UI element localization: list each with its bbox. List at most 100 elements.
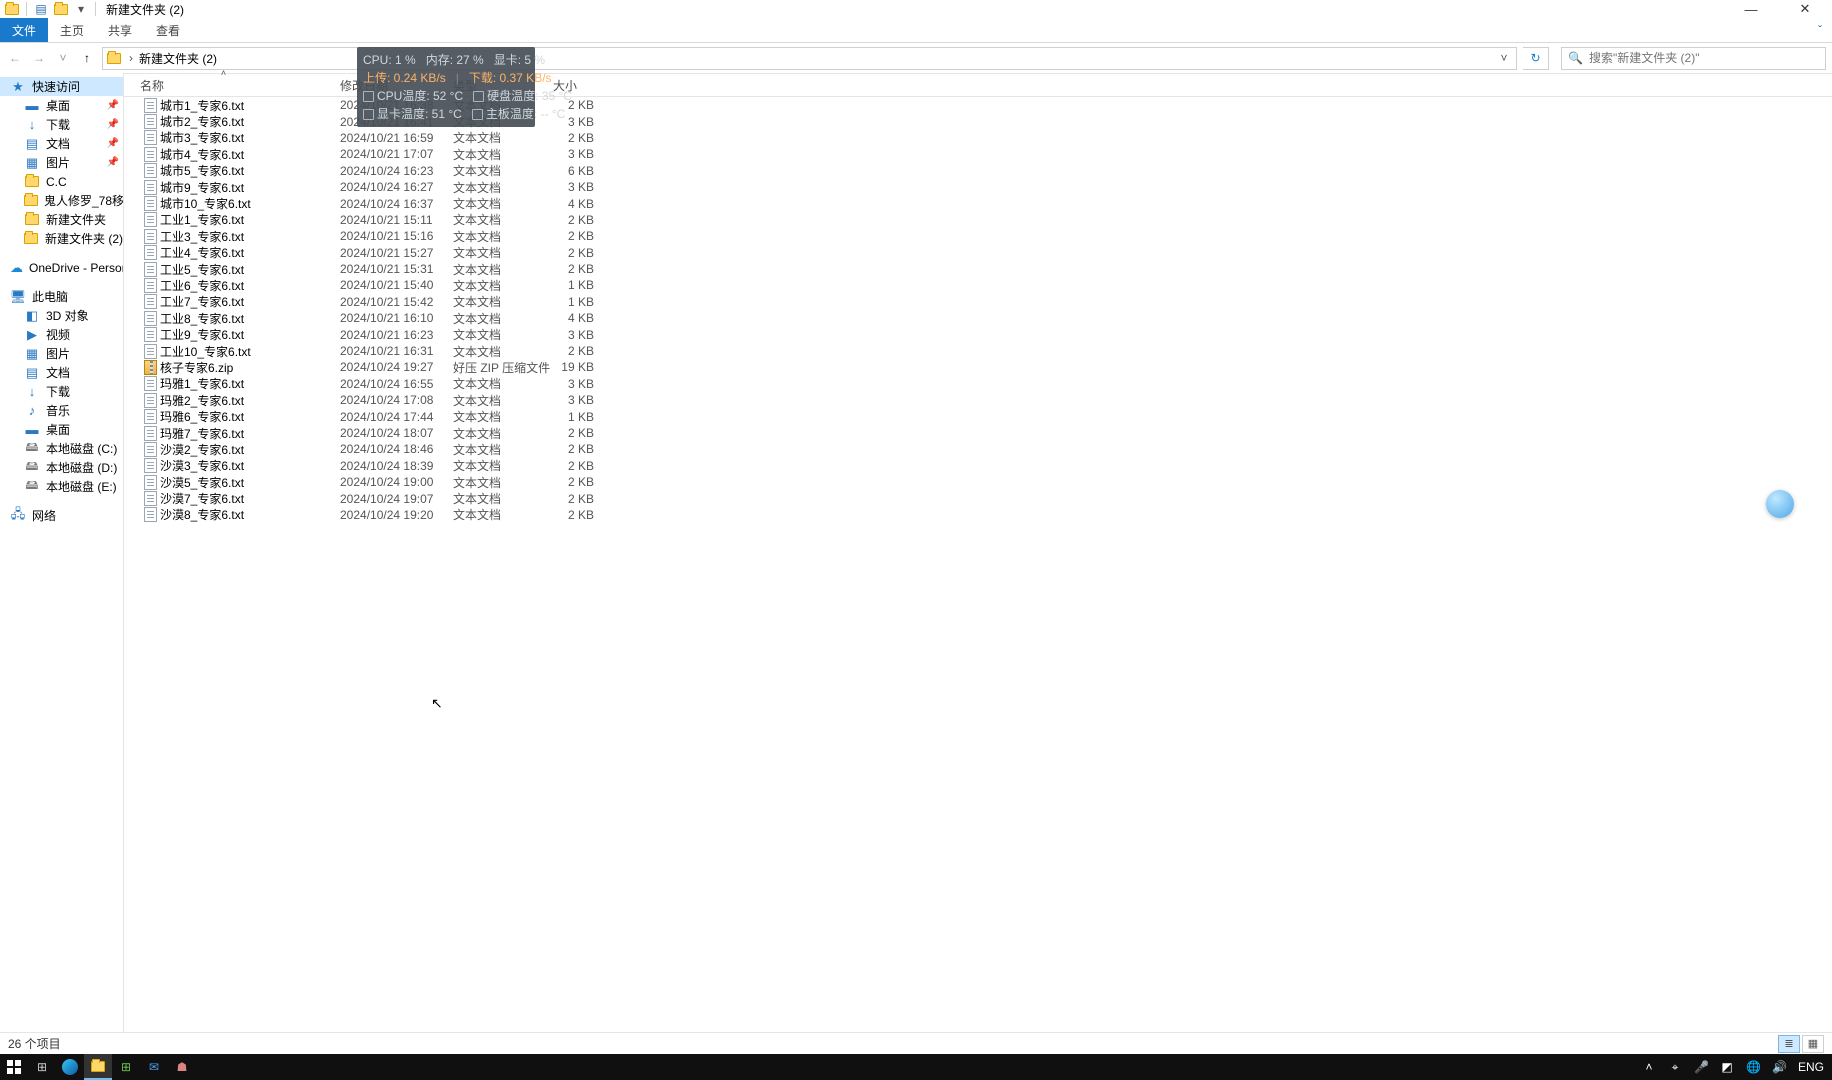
tray-up-icon[interactable]: ˄ (1642, 1060, 1656, 1074)
file-row[interactable]: 玛雅2_专家6.txt2024/10/24 17:08文本文档3 KB (124, 392, 1832, 408)
search-input[interactable] (1589, 51, 1819, 65)
qa-dropdown-icon[interactable]: ▾ (73, 1, 89, 17)
sidebar-this-pc[interactable]: 🖥此电脑 (0, 287, 123, 306)
system-tray[interactable]: ˄ ⌖ 🎤 ◩ 🌐 🔊 ENG (1642, 1060, 1832, 1075)
start-button[interactable] (0, 1054, 28, 1080)
forward-button[interactable]: → (30, 48, 48, 68)
file-row[interactable]: 沙漠2_专家6.txt2024/10/24 18:46文本文档2 KB (124, 441, 1832, 457)
address-dropdown-button[interactable]: ˅ (1494, 51, 1514, 65)
refresh-button[interactable]: ↻ (1523, 47, 1549, 70)
file-row[interactable]: 沙漠3_专家6.txt2024/10/24 18:39文本文档2 KB (124, 458, 1832, 474)
file-row[interactable]: 沙漠8_专家6.txt2024/10/24 19:20文本文档2 KB (124, 507, 1832, 523)
back-button[interactable]: ← (6, 48, 24, 68)
file-row[interactable]: 玛雅7_专家6.txt2024/10/24 18:07文本文档2 KB (124, 425, 1832, 441)
sidebar-documents-2[interactable]: ▤文档 (0, 363, 123, 382)
sidebar-folder-3[interactable]: 新建文件夹 (2) (0, 229, 123, 248)
navigation-pane[interactable]: ★快速访问 ▬桌面📌 ↓下载📌 ▤文档📌 ▦图片📌 C.C 鬼人修罗_78移速 … (0, 73, 124, 1032)
picture-icon: ▦ (24, 346, 40, 362)
details-view-button[interactable]: ≣ (1778, 1035, 1800, 1053)
file-row[interactable]: 玛雅6_专家6.txt2024/10/24 17:44文本文档1 KB (124, 408, 1832, 424)
up-button[interactable]: ↑ (78, 48, 96, 68)
sidebar-documents[interactable]: ▤文档📌 (0, 134, 123, 153)
file-row[interactable]: 沙漠5_专家6.txt2024/10/24 19:00文本文档2 KB (124, 474, 1832, 490)
tab-view[interactable]: 查看 (144, 18, 192, 42)
tab-home[interactable]: 主页 (48, 18, 96, 42)
file-row[interactable]: 城市9_专家6.txt2024/10/24 16:27文本文档3 KB (124, 179, 1832, 195)
task-view-button[interactable]: ⊞ (28, 1054, 56, 1080)
column-name[interactable]: ˄名称 (124, 74, 324, 96)
file-name: 核子专家6.zip (160, 359, 340, 376)
file-row[interactable]: 工业7_专家6.txt2024/10/21 15:42文本文档1 KB (124, 294, 1832, 310)
file-date: 2024/10/21 16:59 (340, 131, 453, 145)
file-row[interactable]: 城市3_专家6.txt2024/10/21 16:59文本文档2 KB (124, 130, 1832, 146)
sidebar-onedrive[interactable]: ☁OneDrive - Persona (0, 258, 123, 277)
sidebar-downloads[interactable]: ↓下载📌 (0, 115, 123, 134)
tray-network-icon[interactable]: 🌐 (1746, 1060, 1760, 1074)
sidebar-network[interactable]: 🖧网络 (0, 506, 123, 525)
tray-app-icon[interactable]: ◩ (1720, 1060, 1734, 1074)
file-row[interactable]: 工业9_专家6.txt2024/10/21 16:23文本文档3 KB (124, 326, 1832, 342)
chevron-right-icon[interactable]: › (123, 51, 139, 65)
sidebar-folder-cc[interactable]: C.C (0, 172, 123, 191)
taskbar-mail[interactable]: ✉ (140, 1054, 168, 1080)
file-row[interactable]: 工业6_专家6.txt2024/10/21 15:40文本文档1 KB (124, 277, 1832, 293)
sidebar-disk-e[interactable]: 🖴本地磁盘 (E:) (0, 477, 123, 496)
address-bar[interactable]: › 新建文件夹 (2) ˅ (102, 47, 1517, 70)
file-row[interactable]: 城市10_专家6.txt2024/10/24 16:37文本文档4 KB (124, 195, 1832, 211)
minimize-button[interactable]: — (1736, 0, 1766, 18)
properties-icon[interactable]: ▤ (33, 1, 49, 17)
sidebar-desktop-2[interactable]: ▬桌面 (0, 420, 123, 439)
sidebar-downloads-2[interactable]: ↓下载 (0, 382, 123, 401)
taskbar-store[interactable]: ⊞ (112, 1054, 140, 1080)
file-list-pane[interactable]: ˄名称 修改日期 类型 大小 城市1_专家6.txt2024/10/21 16:… (124, 73, 1832, 1032)
tray-volume-icon[interactable]: 🔊 (1772, 1060, 1786, 1074)
recent-locations-button[interactable]: ˅ (54, 48, 72, 68)
taskbar[interactable]: ⊞ ⊞ ✉ ☗ ˄ ⌖ 🎤 ◩ 🌐 🔊 ENG (0, 1054, 1832, 1080)
close-button[interactable]: ✕ (1790, 0, 1820, 18)
file-date: 2024/10/24 17:44 (340, 410, 453, 424)
sidebar-pictures-2[interactable]: ▦图片 (0, 344, 123, 363)
file-row[interactable]: 城市5_专家6.txt2024/10/24 16:23文本文档6 KB (124, 163, 1832, 179)
assistant-bubble[interactable] (1766, 490, 1794, 518)
tray-language[interactable]: ENG (1798, 1060, 1824, 1074)
file-row[interactable]: 工业8_专家6.txt2024/10/21 16:10文本文档4 KB (124, 310, 1832, 326)
file-row[interactable]: 工业3_专家6.txt2024/10/21 15:16文本文档2 KB (124, 228, 1832, 244)
large-icons-view-button[interactable]: ▦ (1802, 1035, 1824, 1053)
file-row[interactable]: 沙漠7_专家6.txt2024/10/24 19:07文本文档2 KB (124, 490, 1832, 506)
sidebar-folder-1[interactable]: 鬼人修罗_78移速 (0, 191, 123, 210)
search-box[interactable]: 🔍 (1561, 47, 1826, 70)
sidebar-disk-d[interactable]: 🖴本地磁盘 (D:) (0, 458, 123, 477)
tray-location-icon[interactable]: ⌖ (1668, 1060, 1682, 1075)
file-row[interactable]: 玛雅1_专家6.txt2024/10/24 16:55文本文档3 KB (124, 376, 1832, 392)
sidebar-disk-c[interactable]: 🖴本地磁盘 (C:) (0, 439, 123, 458)
sidebar-3d-objects[interactable]: ◧3D 对象 (0, 306, 123, 325)
sidebar-music[interactable]: ♪音乐 (0, 401, 123, 420)
file-list[interactable]: 城市1_专家6.txt2024/10/21 16:38文本文档2 KB城市2_专… (124, 97, 1832, 1032)
tab-share[interactable]: 共享 (96, 18, 144, 42)
sidebar-videos[interactable]: ▶视频 (0, 325, 123, 344)
performance-monitor-overlay[interactable]: CPU: 1 % 内存: 27 % 显卡: 5 % 上传: 0.24 KB/s … (357, 47, 535, 127)
sidebar-pictures[interactable]: ▦图片📌 (0, 153, 123, 172)
taskbar-edge[interactable] (56, 1054, 84, 1080)
taskbar-app[interactable]: ☗ (168, 1054, 196, 1080)
sidebar-folder-2[interactable]: 新建文件夹 (0, 210, 123, 229)
file-row[interactable]: 工业5_专家6.txt2024/10/21 15:31文本文档2 KB (124, 261, 1832, 277)
text-file-icon (140, 294, 160, 309)
file-date: 2024/10/24 18:07 (340, 426, 453, 440)
file-row[interactable]: 城市4_专家6.txt2024/10/21 17:07文本文档3 KB (124, 146, 1832, 162)
ribbon-collapse-button[interactable]: ˇ (1808, 18, 1832, 42)
sidebar-desktop[interactable]: ▬桌面📌 (0, 96, 123, 115)
breadcrumb-segment[interactable]: 新建文件夹 (2) (139, 50, 217, 67)
file-row[interactable]: 工业10_专家6.txt2024/10/21 16:31文本文档2 KB (124, 343, 1832, 359)
file-row[interactable]: 核子专家6.zip2024/10/24 19:27好压 ZIP 压缩文件19 K… (124, 359, 1832, 375)
folder-icon (24, 193, 38, 209)
taskbar-explorer[interactable] (84, 1054, 112, 1080)
sort-indicator-icon: ˄ (221, 68, 226, 78)
tab-file[interactable]: 文件 (0, 18, 48, 42)
tray-mic-icon[interactable]: 🎤 (1694, 1060, 1708, 1074)
file-row[interactable]: 工业4_专家6.txt2024/10/21 15:27文本文档2 KB (124, 245, 1832, 261)
sidebar-quick-access[interactable]: ★快速访问 (0, 77, 123, 96)
text-file-icon (140, 426, 160, 441)
file-row[interactable]: 工业1_专家6.txt2024/10/21 15:11文本文档2 KB (124, 212, 1832, 228)
new-folder-icon[interactable] (53, 1, 69, 17)
